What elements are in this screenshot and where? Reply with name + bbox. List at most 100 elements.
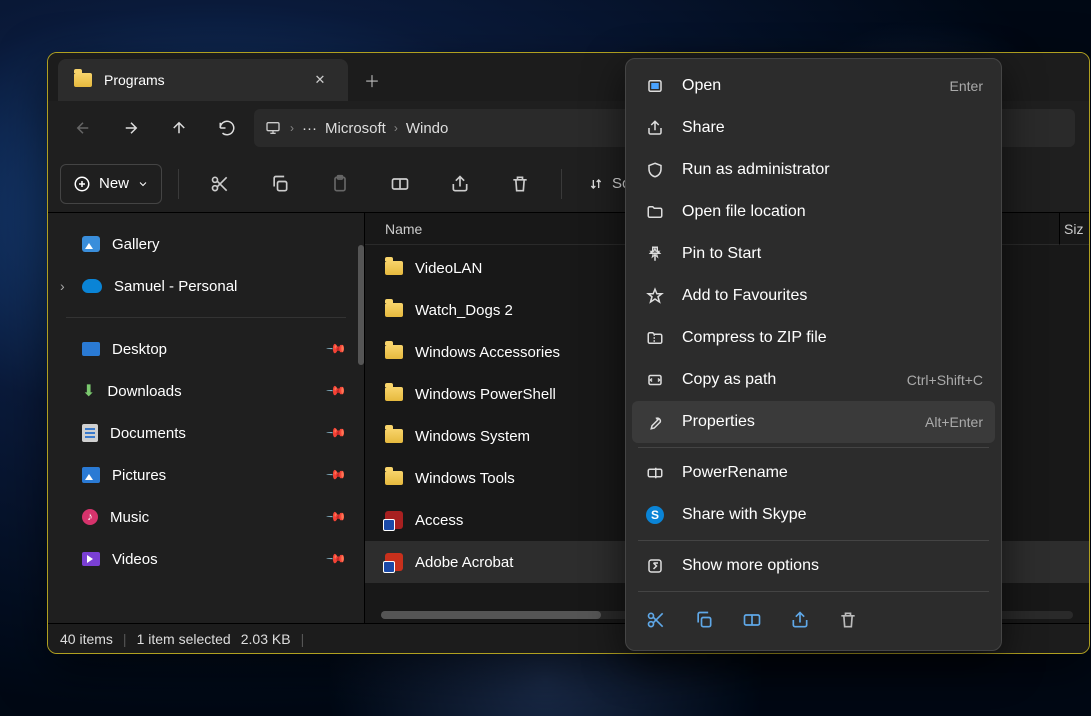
file-name: VideoLAN [415,260,482,277]
trash-icon [510,174,530,194]
separator [66,317,346,318]
ctx-open[interactable]: Open Enter [632,65,995,107]
ctx-copy-button[interactable] [694,610,714,630]
context-menu: Open Enter Share Run as administrator Op… [625,58,1002,651]
file-name: Windows Tools [415,470,515,487]
breadcrumb-ellipsis[interactable]: ··· [302,120,317,137]
chevron-right-icon[interactable]: › [290,121,294,135]
rename-icon [390,174,410,194]
share-button[interactable] [435,164,485,204]
separator [638,540,989,541]
sidebar-label: Samuel - Personal [114,278,237,295]
ctx-add-favourites[interactable]: Add to Favourites [632,275,995,317]
sidebar-item-onedrive[interactable]: Samuel - Personal [48,265,364,307]
copy-button[interactable] [255,164,305,204]
ctx-properties[interactable]: Properties Alt+Enter [632,401,995,443]
cut-button[interactable] [195,164,245,204]
up-button[interactable] [158,108,200,148]
sidebar-item-music[interactable]: ♪ Music 📌 [48,496,364,538]
share-icon [644,119,666,137]
ctx-open-location[interactable]: Open file location [632,191,995,233]
separator [638,447,989,448]
open-icon [644,77,666,95]
sidebar-label: Downloads [107,383,181,400]
ctx-share-skype[interactable]: S Share with Skype [632,494,995,536]
status-selected-size: 2.03 KB [241,631,291,647]
folder-icon [385,471,403,485]
sidebar-item-downloads[interactable]: ⬇ Downloads 📌 [48,370,364,412]
ctx-label: Compress to ZIP file [682,329,827,347]
ctx-run-admin[interactable]: Run as administrator [632,149,995,191]
ctx-cut-button[interactable] [646,610,666,630]
pin-icon: 📌 [325,380,348,403]
ctx-delete-button[interactable] [838,610,858,630]
ctx-show-more[interactable]: Show more options [632,545,995,587]
plus-circle-icon [73,175,91,193]
ctx-label: Run as administrator [682,161,830,179]
ctx-shortcut: Enter [950,78,983,94]
delete-button[interactable] [495,164,545,204]
ctx-icon-toolbar [632,596,995,644]
copy-icon [694,610,714,630]
back-button[interactable] [62,108,104,148]
sidebar-scrollbar[interactable] [358,245,364,365]
ctx-powerrename[interactable]: PowerRename [632,452,995,494]
sidebar-label: Desktop [112,341,167,358]
sidebar-label: Pictures [112,467,166,484]
status-selected-count: 1 item selected [137,631,231,647]
separator [178,169,179,199]
desktop-icon [82,342,100,356]
forward-button[interactable] [110,108,152,148]
sidebar-item-pictures[interactable]: Pictures 📌 [48,454,364,496]
new-button[interactable]: New [60,164,162,204]
ctx-label: Properties [682,413,755,431]
sidebar-label: Gallery [112,236,160,253]
sort-icon [588,176,604,192]
more-icon [644,557,666,575]
sidebar-item-videos[interactable]: Videos 📌 [48,538,364,580]
folder-icon [385,429,403,443]
pictures-icon [82,467,100,483]
ctx-rename-button[interactable] [742,610,762,630]
refresh-button[interactable] [206,108,248,148]
shield-icon [644,161,666,179]
chevron-right-icon[interactable]: › [394,121,398,135]
sidebar-item-desktop[interactable]: Desktop 📌 [48,328,364,370]
clipboard-icon [330,174,350,194]
paste-button[interactable] [315,164,365,204]
sidebar-item-documents[interactable]: Documents 📌 [48,412,364,454]
ctx-share[interactable]: Share [632,107,995,149]
music-icon: ♪ [82,509,98,525]
scrollbar-thumb[interactable] [381,611,601,619]
file-name: Watch_Dogs 2 [415,302,513,319]
ctx-compress-zip[interactable]: Compress to ZIP file [632,317,995,359]
column-size[interactable]: Siz [1059,213,1089,245]
pin-icon: 📌 [325,464,348,487]
folder-icon [74,73,92,87]
powerrename-icon [644,464,666,482]
sidebar-item-gallery[interactable]: Gallery [48,223,364,265]
ctx-pin-start[interactable]: Pin to Start [632,233,995,275]
new-tab-button[interactable]: ＋ [348,59,396,101]
pin-icon: 📌 [325,506,348,529]
file-name: Windows System [415,428,530,445]
ctx-label: Add to Favourites [682,287,807,305]
separator: | [123,631,127,647]
ctx-copy-path[interactable]: Copy as path Ctrl+Shift+C [632,359,995,401]
file-name: Windows PowerShell [415,386,556,403]
trash-icon [838,610,858,630]
folder-icon [385,303,403,317]
ctx-label: Open [682,77,721,95]
ctx-share-button[interactable] [790,610,810,630]
folder-icon [385,387,403,401]
star-icon [644,287,666,305]
ctx-label: PowerRename [682,464,788,482]
file-name: Adobe Acrobat [415,554,513,571]
rename-button[interactable] [375,164,425,204]
tab-programs[interactable]: Programs ✕ [58,59,348,101]
close-tab-button[interactable]: ✕ [306,66,334,94]
access-shortcut-icon [385,511,403,529]
breadcrumb-seg-microsoft[interactable]: Microsoft [325,120,386,137]
breadcrumb-seg-windows[interactable]: Windo [406,120,449,137]
ctx-shortcut: Ctrl+Shift+C [907,372,983,388]
